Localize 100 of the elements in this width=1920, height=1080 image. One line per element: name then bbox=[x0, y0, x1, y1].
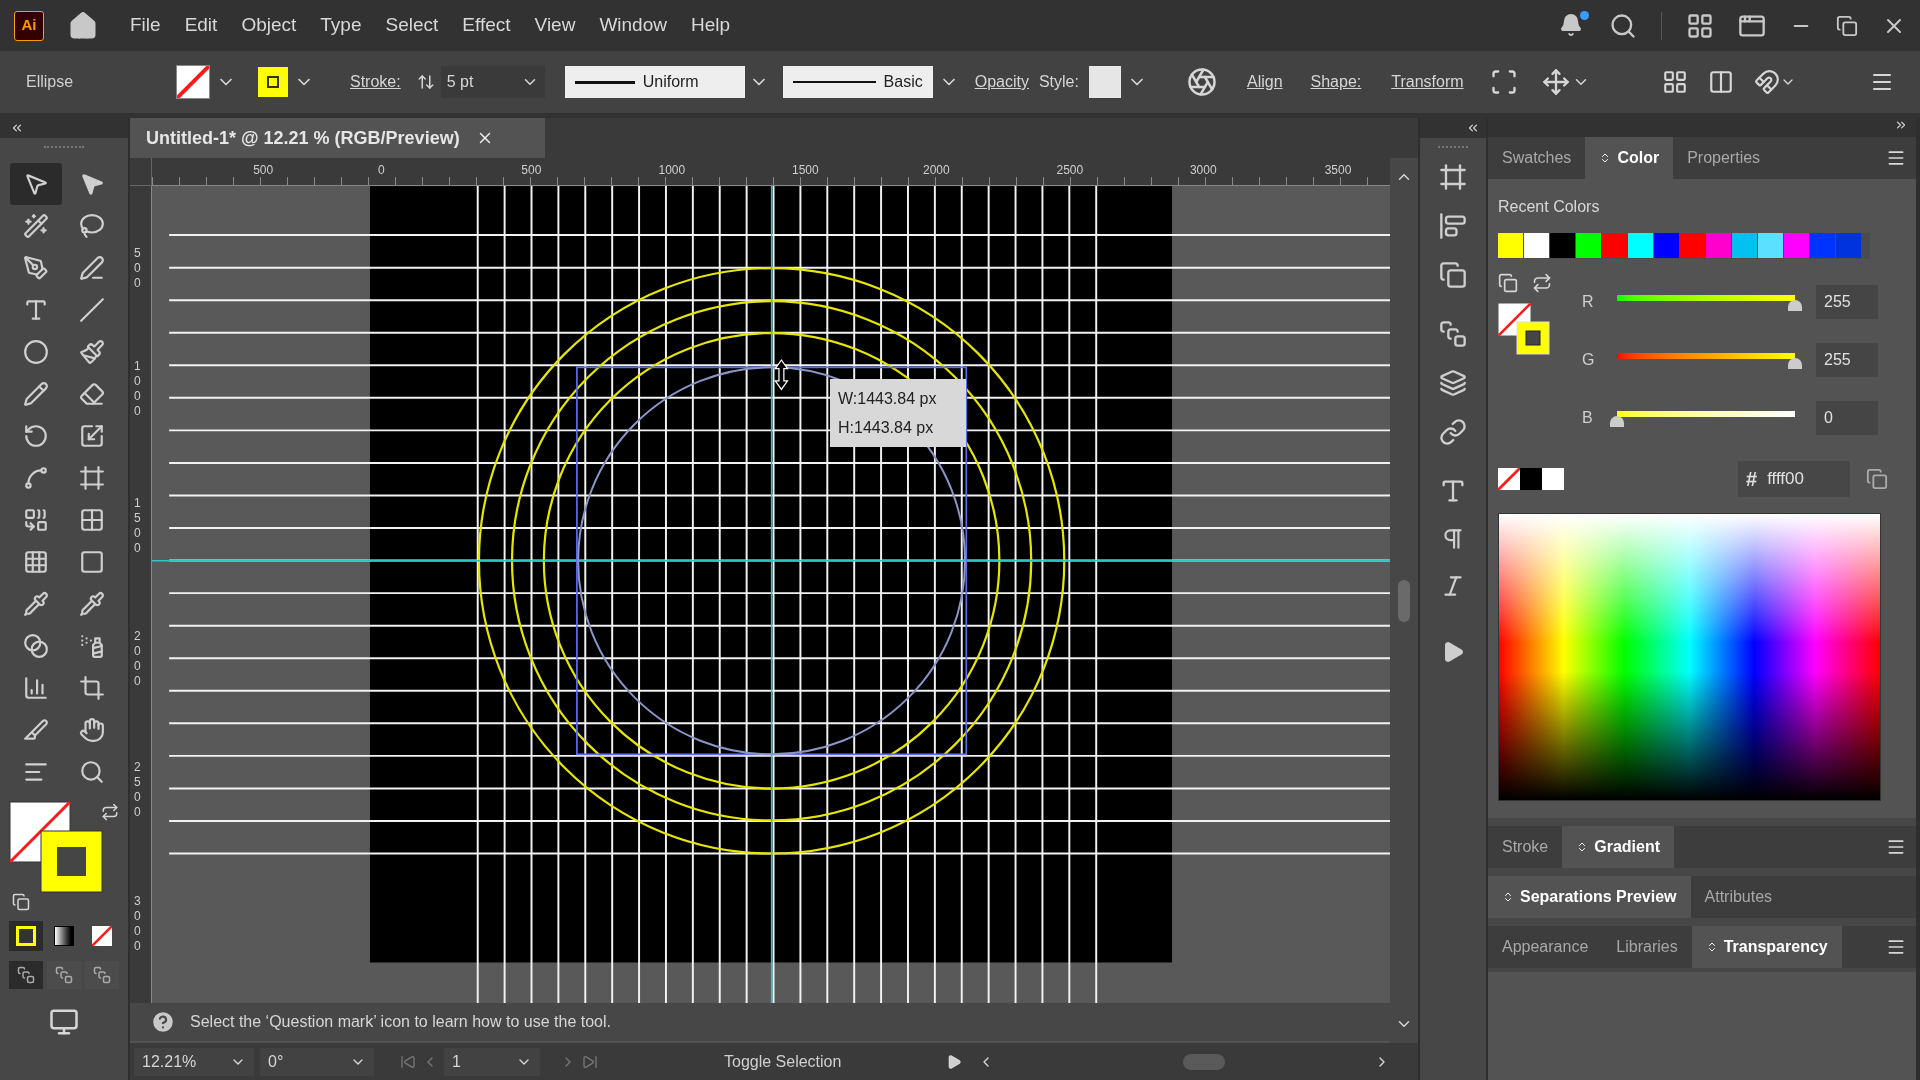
zoom-icon bbox=[79, 759, 105, 785]
channel-value-field[interactable]: 255 bbox=[1816, 343, 1878, 377]
color-spectrum[interactable] bbox=[1498, 513, 1881, 801]
transform-link[interactable]: Transform bbox=[1391, 70, 1464, 94]
panel-menu-icon[interactable] bbox=[1886, 148, 1906, 168]
draw-mode-button[interactable] bbox=[47, 961, 81, 989]
align-link[interactable]: Align bbox=[1246, 70, 1283, 94]
draw-mode-button[interactable] bbox=[9, 961, 43, 989]
align-icon[interactable] bbox=[1439, 212, 1467, 240]
draw-mode-icon bbox=[55, 966, 73, 984]
menu-item[interactable]: Object bbox=[229, 11, 309, 40]
resize-cursor-icon bbox=[774, 358, 789, 391]
panel-tab[interactable]: Transparency bbox=[1691, 926, 1842, 968]
color-swatch[interactable] bbox=[1498, 233, 1523, 258]
ruler-label: 500 bbox=[134, 245, 142, 291]
menu-item[interactable]: Type bbox=[308, 11, 374, 40]
panel-menu-icon[interactable] bbox=[1886, 937, 1906, 957]
panel-tab[interactable]: Separations Preview bbox=[1488, 876, 1691, 918]
menu-item[interactable]: View bbox=[522, 11, 588, 40]
help-icon[interactable] bbox=[150, 1009, 176, 1035]
opacity-link[interactable]: Opacity bbox=[974, 70, 1029, 94]
none-swatch[interactable] bbox=[1498, 468, 1520, 490]
restore-icon[interactable] bbox=[1836, 14, 1858, 37]
menu-item[interactable]: Select bbox=[373, 11, 451, 40]
layers-icon[interactable] bbox=[1439, 369, 1467, 397]
color-swatch[interactable] bbox=[1836, 233, 1861, 258]
fill-mode-button[interactable] bbox=[9, 921, 43, 951]
color-swatch[interactable] bbox=[1706, 233, 1731, 258]
color-swatch[interactable] bbox=[1550, 233, 1575, 258]
color-swatch[interactable] bbox=[1628, 233, 1653, 258]
scrollbar-thumb[interactable] bbox=[1398, 579, 1410, 622]
width-profile-dropdown[interactable]: Uniform bbox=[564, 66, 745, 98]
tool-button[interactable] bbox=[10, 163, 62, 205]
menu-item[interactable]: Edit bbox=[172, 11, 230, 40]
home-icon[interactable] bbox=[68, 10, 98, 41]
panel-menu-icon[interactable] bbox=[1886, 837, 1906, 857]
lasso-icon bbox=[79, 213, 105, 239]
panel-tab[interactable]: Gradient bbox=[1562, 826, 1675, 868]
stroke-weight-field[interactable]: 5 pt bbox=[440, 66, 545, 98]
fill-stroke-indicator[interactable] bbox=[1498, 303, 1550, 355]
channel-value-field[interactable]: 0 bbox=[1816, 401, 1878, 435]
first-artboard-icon[interactable] bbox=[400, 1053, 416, 1070]
screen-mode-icon[interactable] bbox=[47, 1007, 81, 1037]
draw-mode-button[interactable] bbox=[85, 961, 119, 989]
panel-tab[interactable]: Color bbox=[1585, 137, 1674, 179]
color-swatch[interactable] bbox=[1680, 233, 1705, 258]
eyedropper-icon bbox=[79, 591, 105, 617]
zoom-dropdown[interactable]: 12.21% bbox=[134, 1047, 254, 1076]
color-swatch[interactable] bbox=[1758, 233, 1783, 258]
stroke-swatch[interactable] bbox=[258, 67, 288, 97]
artboard-dropdown[interactable]: 1 bbox=[444, 1047, 540, 1076]
collapse-icon[interactable] bbox=[1466, 121, 1480, 135]
color-swatch[interactable] bbox=[1732, 233, 1757, 258]
ruler-label: 1000 bbox=[658, 162, 686, 179]
grip-handle[interactable] bbox=[1438, 146, 1468, 149]
play-icon[interactable] bbox=[946, 1053, 962, 1070]
hex-field[interactable]: # ffff00 bbox=[1738, 461, 1850, 497]
slider-thumb[interactable] bbox=[1788, 358, 1802, 369]
swap-icon[interactable] bbox=[1532, 273, 1552, 293]
none-mode-swatch[interactable] bbox=[92, 926, 112, 946]
channel-value-field[interactable]: 255 bbox=[1816, 285, 1878, 319]
copy-icon[interactable] bbox=[1866, 468, 1888, 490]
brush-dropdown[interactable]: Basic bbox=[782, 66, 933, 98]
frame-icon bbox=[79, 465, 105, 491]
expand-icon[interactable] bbox=[1894, 118, 1908, 132]
artboard-icon[interactable] bbox=[1439, 163, 1467, 191]
rotation-dropdown[interactable]: 0° bbox=[260, 1047, 374, 1076]
color-swatch[interactable] bbox=[1784, 233, 1809, 258]
scrollbar-thumb[interactable] bbox=[1183, 1053, 1225, 1070]
fill-stroke-indicator[interactable] bbox=[9, 801, 103, 893]
color-swatch[interactable] bbox=[1654, 233, 1679, 258]
spray-can-icon bbox=[79, 633, 105, 659]
fill-swatch[interactable] bbox=[176, 65, 210, 99]
document-tab[interactable]: Untitled-1* @ 12.21 % (RGB/Preview) bbox=[130, 118, 545, 158]
distribute-icon[interactable] bbox=[1707, 69, 1734, 95]
links-icon[interactable] bbox=[1439, 418, 1467, 446]
color-swatch[interactable] bbox=[1524, 233, 1549, 258]
object-type-label: Ellipse bbox=[26, 72, 75, 92]
search-icon[interactable] bbox=[1609, 11, 1637, 40]
default-swatch[interactable] bbox=[1542, 468, 1564, 490]
snap-icon[interactable] bbox=[1753, 69, 1780, 95]
slider-thumb[interactable] bbox=[1610, 416, 1624, 427]
toggle-selection-label[interactable]: Toggle Selection bbox=[724, 1049, 940, 1074]
color-swatch[interactable] bbox=[1810, 233, 1835, 258]
color-swatch[interactable] bbox=[1602, 233, 1627, 258]
workspace-icon[interactable] bbox=[1686, 11, 1714, 40]
color-swatch[interactable] bbox=[1576, 233, 1601, 258]
stroke-link[interactable]: Stroke: bbox=[350, 70, 401, 94]
menu-item[interactable]: Window bbox=[587, 11, 679, 40]
default-swatch[interactable] bbox=[1520, 468, 1542, 490]
slider-thumb[interactable] bbox=[1788, 300, 1802, 311]
menu-item[interactable]: Help bbox=[678, 11, 743, 40]
collapse-icon[interactable] bbox=[10, 121, 24, 135]
swap-icon[interactable] bbox=[101, 803, 119, 821]
menu-item[interactable]: File bbox=[118, 11, 173, 40]
style-swatch[interactable] bbox=[1088, 66, 1121, 98]
arrange-icon[interactable] bbox=[1661, 69, 1688, 95]
menu-item[interactable]: Effect bbox=[450, 11, 523, 40]
shape-link[interactable]: Shape: bbox=[1310, 70, 1362, 94]
last-artboard-icon[interactable] bbox=[582, 1053, 598, 1070]
